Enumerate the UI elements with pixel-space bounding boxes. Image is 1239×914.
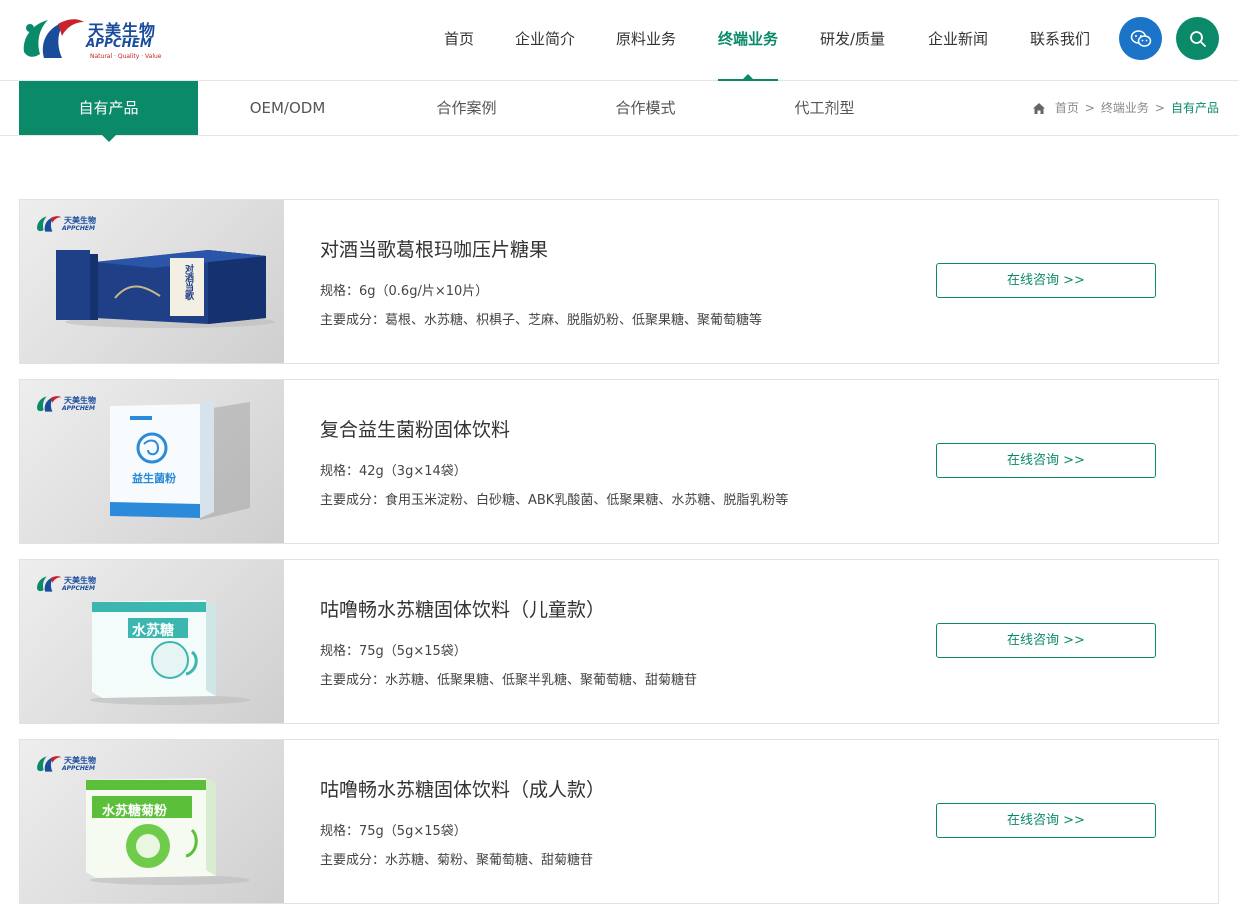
- product-card: 天美生物 APPCHEM 对酒当歌 对酒当歌葛根玛咖压片糖果 规格：6g（0.6…: [19, 199, 1219, 364]
- brand-tagline: Natural · Quality · Value: [90, 53, 162, 60]
- product-spec: 规格：6g（0.6g/片×10片）: [320, 284, 489, 299]
- home-icon[interactable]: [1032, 102, 1045, 114]
- product-image[interactable]: 天美生物 APPCHEM 益生菌粉: [20, 380, 284, 543]
- product-box-text: 水苏糖: [132, 623, 174, 639]
- product-spec: 规格：75g（5g×15袋）: [320, 644, 467, 659]
- site-header: 天美生物 APPCHEM Natural · Quality · Value 首…: [0, 0, 1239, 81]
- product-box-text: 水苏糖菊粉: [102, 804, 168, 819]
- product-box-text: 对酒当歌: [183, 264, 193, 300]
- product-card: 天美生物 APPCHEM 水苏糖 咕噜畅水苏糖固体饮料（儿童款） 规格：75g（…: [19, 559, 1219, 724]
- product-title[interactable]: 咕噜畅水苏糖固体饮料（成人款）: [320, 775, 605, 802]
- breadcrumb-home[interactable]: 首页: [1055, 81, 1079, 135]
- breadcrumb-terminal-business[interactable]: 终端业务: [1101, 81, 1149, 135]
- product-image[interactable]: 天美生物 APPCHEM 水苏糖菊粉: [20, 740, 284, 903]
- brand-name-en: APPCHEM: [86, 36, 152, 50]
- product-box-illustration: [90, 600, 250, 705]
- search-icon: [1189, 30, 1206, 47]
- nav-item-contact[interactable]: 联系我们: [1030, 0, 1090, 81]
- nav-item-raw-materials[interactable]: 原料业务: [616, 0, 676, 81]
- product-spec: 规格：42g（3g×14袋）: [320, 464, 467, 479]
- product-ingredients: 主要成分：水苏糖、低聚果糖、低聚半乳糖、聚葡萄糖、甜菊糖苷: [320, 673, 698, 688]
- product-title[interactable]: 复合益生菌粉固体饮料: [320, 415, 510, 442]
- breadcrumb: 首页 > 终端业务 > 自有产品: [1032, 81, 1219, 135]
- product-title[interactable]: 对酒当歌葛根玛咖压片糖果: [320, 235, 548, 262]
- consult-button[interactable]: 在线咨询 >>: [936, 623, 1156, 658]
- tab-oem-odm[interactable]: OEM/ODM: [198, 81, 377, 135]
- breadcrumb-current: 自有产品: [1170, 101, 1219, 115]
- product-card: 天美生物 APPCHEM 益生菌粉 复合益生菌粉固体饮料 规格：42g（3g×1…: [19, 379, 1219, 544]
- tab-own-products[interactable]: 自有产品: [19, 81, 198, 142]
- nav-item-terminal-business[interactable]: 终端业务: [718, 0, 779, 81]
- product-image[interactable]: 天美生物 APPCHEM 水苏糖: [20, 560, 284, 723]
- tab-dosage-forms[interactable]: 代工剂型: [735, 81, 914, 135]
- product-ingredients: 主要成分：食用玉米淀粉、白砂糖、ABK乳酸菌、低聚果糖、水苏糖、脱脂乳粉等: [320, 493, 789, 508]
- product-ingredients: 主要成分：葛根、水苏糖、枳椇子、芝麻、脱脂奶粉、低聚果糖、聚葡萄糖等: [320, 313, 763, 328]
- nav-item-home[interactable]: 首页: [444, 0, 474, 81]
- sub-navigation: 自有产品 OEM/ODM 合作案例 合作模式 代工剂型 首页 > 终端业务 > …: [0, 81, 1239, 142]
- consult-button[interactable]: 在线咨询 >>: [936, 443, 1156, 478]
- nav-item-about[interactable]: 企业简介: [515, 0, 575, 81]
- breadcrumb-separator: >: [1084, 101, 1095, 115]
- breadcrumb-separator: >: [1154, 101, 1165, 115]
- product-image[interactable]: 天美生物 APPCHEM 对酒当歌: [20, 200, 284, 363]
- product-card: 天美生物 APPCHEM 水苏糖菊粉 咕噜畅水苏糖固体饮料（成人款） 规格：75…: [19, 739, 1219, 904]
- consult-button[interactable]: 在线咨询 >>: [936, 263, 1156, 298]
- brand-logo[interactable]: 天美生物 APPCHEM Natural · Quality · Value: [18, 14, 168, 66]
- nav-item-news[interactable]: 企业新闻: [928, 0, 988, 81]
- tab-cases[interactable]: 合作案例: [377, 81, 556, 135]
- product-title[interactable]: 咕噜畅水苏糖固体饮料（儿童款）: [320, 595, 605, 622]
- product-box-illustration: [110, 400, 250, 520]
- tab-cooperation-mode[interactable]: 合作模式: [556, 81, 735, 135]
- product-box-illustration: [86, 778, 250, 885]
- product-ingredients: 主要成分：水苏糖、菊粉、聚葡萄糖、甜菊糖苷: [320, 853, 594, 868]
- search-button[interactable]: [1176, 17, 1219, 60]
- logo-mark-icon: [23, 19, 84, 58]
- product-box-illustration: [56, 250, 275, 328]
- product-spec: 规格：75g（5g×15袋）: [320, 824, 467, 839]
- wechat-button[interactable]: [1119, 17, 1162, 60]
- consult-button[interactable]: 在线咨询 >>: [936, 803, 1156, 838]
- wechat-icon: [1130, 29, 1151, 47]
- nav-item-rd-quality[interactable]: 研发/质量: [820, 0, 885, 81]
- product-box-text: 益生菌粉: [132, 472, 176, 485]
